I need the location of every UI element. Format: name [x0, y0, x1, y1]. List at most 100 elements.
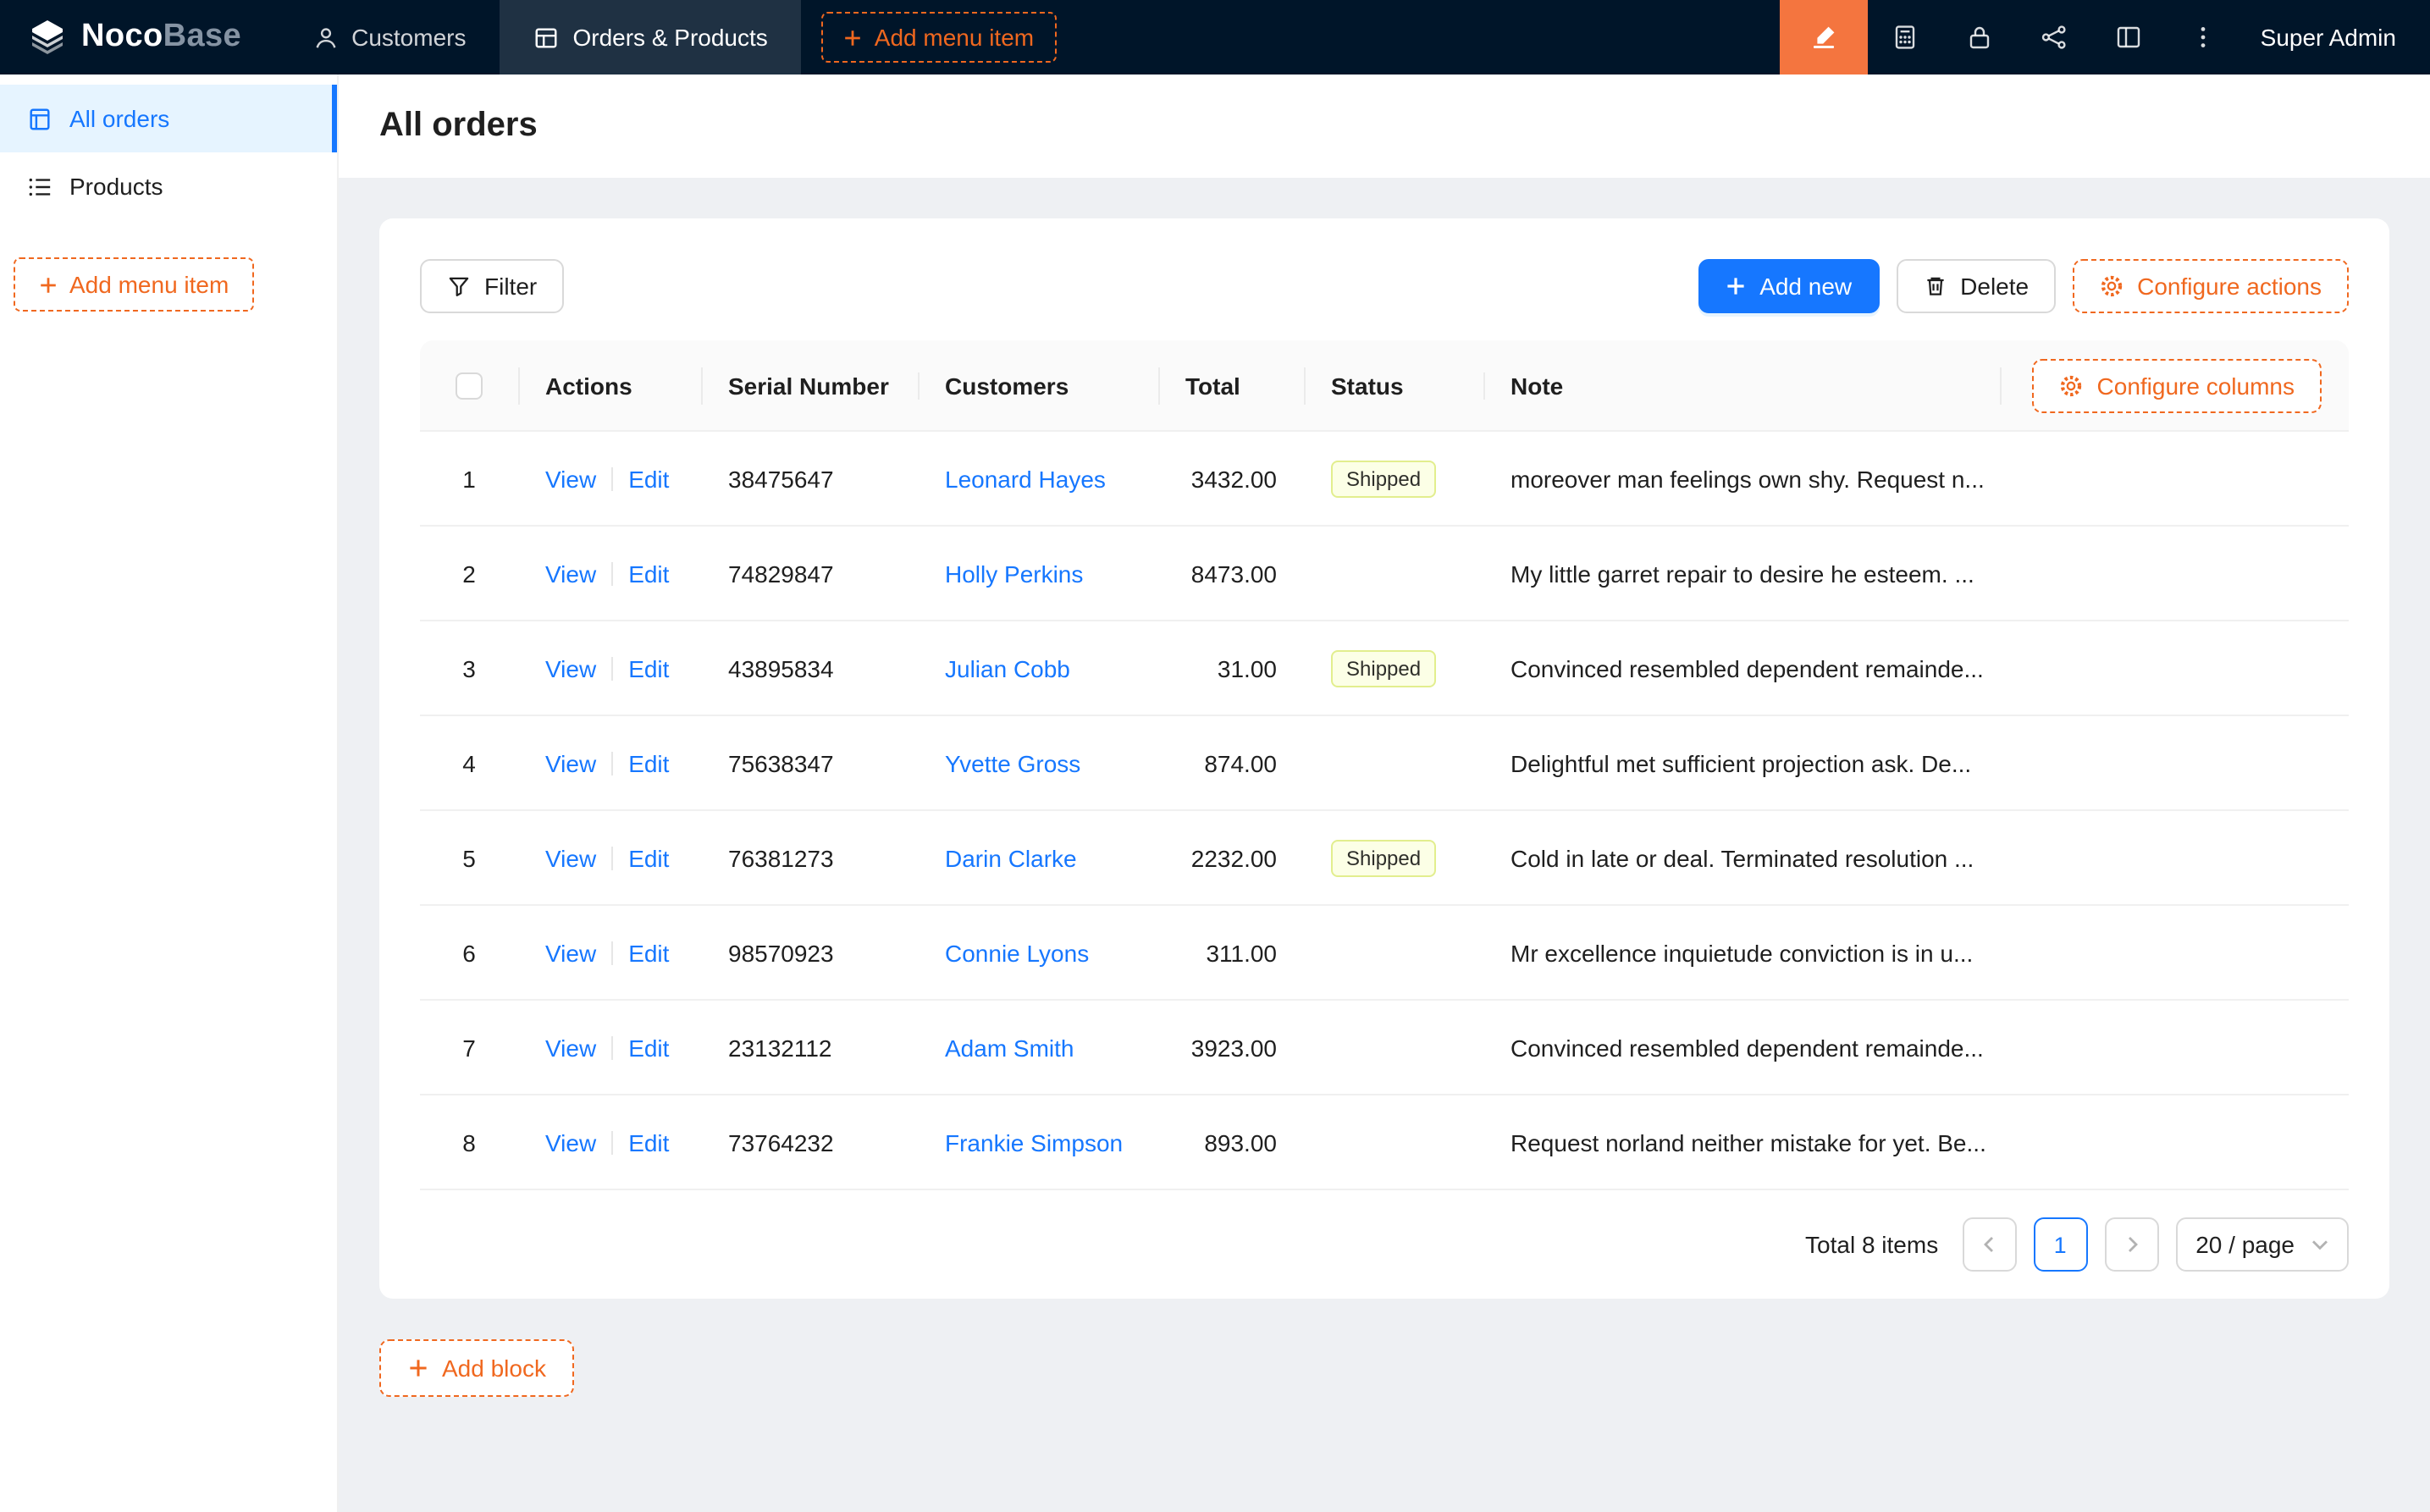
customer-link[interactable]: Adam Smith: [945, 1034, 1074, 1061]
plus-icon: [408, 1358, 428, 1378]
configure-actions-button[interactable]: Configure actions: [2073, 259, 2349, 313]
sidebar-item-products[interactable]: Products: [0, 152, 337, 220]
serial-number: 76381273: [701, 844, 918, 871]
edit-link[interactable]: Edit: [628, 749, 669, 776]
sidebar-item-all-orders[interactable]: All orders: [0, 85, 337, 152]
customer-link[interactable]: Darin Clarke: [945, 844, 1077, 871]
customer-link[interactable]: Julian Cobb: [945, 654, 1070, 682]
edit-link[interactable]: Edit: [628, 654, 669, 682]
view-link[interactable]: View: [545, 654, 596, 682]
sidebar-item-label: All orders: [69, 105, 169, 132]
customer-link[interactable]: Frankie Simpson: [945, 1128, 1123, 1156]
orders-file-icon: [27, 106, 52, 131]
edit-link[interactable]: Edit: [628, 844, 669, 871]
edit-link[interactable]: Edit: [628, 1034, 669, 1061]
table-row: 4 View Edit 75638347 Yvette Gross 874.00…: [420, 716, 2349, 811]
column-header-serial-number: Serial Number: [701, 372, 918, 399]
status-badge: Shipped: [1331, 460, 1436, 497]
filter-button[interactable]: Filter: [420, 259, 564, 313]
customer-link[interactable]: Yvette Gross: [945, 749, 1080, 776]
table-row: 1 View Edit 38475647 Leonard Hayes 3432.…: [420, 432, 2349, 527]
view-link[interactable]: View: [545, 560, 596, 587]
column-header-total: Total: [1158, 372, 1304, 399]
table-toolbar: Filter Add new: [420, 259, 2349, 313]
chevron-left-icon: [1980, 1236, 1997, 1253]
list-icon: [27, 174, 52, 199]
view-link[interactable]: View: [545, 1034, 596, 1061]
header-add-menu-item-button[interactable]: Add menu item: [822, 12, 1056, 63]
next-page-button[interactable]: [2104, 1217, 2158, 1272]
view-link[interactable]: View: [545, 1128, 596, 1156]
order-total: 31.00: [1158, 654, 1304, 682]
trash-icon: [1923, 274, 1947, 298]
nav-item-label: Customers: [351, 24, 466, 51]
action-divider: [611, 466, 613, 490]
serial-number: 98570923: [701, 939, 918, 966]
previous-page-button[interactable]: [1962, 1217, 2016, 1272]
row-index: 7: [462, 1034, 476, 1061]
action-divider: [611, 1035, 613, 1059]
edit-link[interactable]: Edit: [628, 560, 669, 587]
view-link[interactable]: View: [545, 939, 596, 966]
calculator-button[interactable]: [1868, 0, 1942, 74]
view-link[interactable]: View: [545, 465, 596, 492]
status-badge: Shipped: [1331, 649, 1436, 687]
page-size-select[interactable]: 20 / page: [2175, 1217, 2349, 1272]
edit-link[interactable]: Edit: [628, 465, 669, 492]
select-all-checkbox[interactable]: [456, 372, 483, 399]
row-index: 4: [462, 749, 476, 776]
row-index: 2: [462, 560, 476, 587]
order-note: moreover man feelings own shy. Request n…: [1483, 465, 2349, 492]
nav-item-label: Orders & Products: [572, 24, 767, 51]
page-header: All orders: [339, 74, 2430, 178]
add-new-button[interactable]: Add new: [1698, 259, 1879, 313]
header-actions: Super Admin: [1780, 0, 2430, 74]
sidebar-add-menu-item-button[interactable]: Add menu item: [14, 257, 254, 312]
order-total: 3923.00: [1158, 1034, 1304, 1061]
top-bar: NocoBase Customers Orders & Products: [0, 0, 2430, 74]
configure-columns-button[interactable]: Configure columns: [2033, 358, 2322, 412]
action-divider: [611, 561, 613, 585]
table-row: 7 View Edit 23132112 Adam Smith 3923.00 …: [420, 1001, 2349, 1095]
logo-text: NocoBase: [81, 19, 241, 56]
view-link[interactable]: View: [545, 844, 596, 871]
layout-button[interactable]: [2091, 0, 2166, 74]
serial-number: 23132112: [701, 1034, 918, 1061]
more-button[interactable]: [2166, 0, 2240, 74]
customer-link[interactable]: Connie Lyons: [945, 939, 1089, 966]
order-note: Request norland neither mistake for yet.…: [1483, 1128, 2349, 1156]
row-index: 6: [462, 939, 476, 966]
current-user[interactable]: Super Admin: [2240, 24, 2430, 51]
app-logo[interactable]: NocoBase: [0, 17, 279, 58]
order-note: Mr excellence inquietude conviction is i…: [1483, 939, 2349, 966]
page-number-button[interactable]: 1: [2033, 1217, 2087, 1272]
row-index: 5: [462, 844, 476, 871]
nav-item-orders-products[interactable]: Orders & Products: [500, 0, 801, 74]
lock-button[interactable]: [1942, 0, 2017, 74]
customer-link[interactable]: Leonard Hayes: [945, 465, 1106, 492]
orders-table: Actions Serial Number Customers Total St…: [420, 340, 2349, 1190]
chevron-right-icon: [2123, 1236, 2140, 1253]
gear-icon: [2100, 274, 2123, 298]
row-index: 1: [462, 465, 476, 492]
view-link[interactable]: View: [545, 749, 596, 776]
more-icon: [2190, 24, 2217, 51]
edit-link[interactable]: Edit: [628, 1128, 669, 1156]
plus-icon: [39, 275, 58, 294]
delete-button[interactable]: Delete: [1896, 259, 2056, 313]
edit-link[interactable]: Edit: [628, 939, 669, 966]
column-header-status: Status: [1304, 372, 1483, 399]
nav-item-customers[interactable]: Customers: [279, 0, 500, 74]
action-divider: [611, 941, 613, 964]
order-note: Convinced resembled dependent remainde..…: [1483, 654, 2349, 682]
ui-editor-button[interactable]: [1780, 0, 1868, 74]
customer-link[interactable]: Holly Perkins: [945, 560, 1083, 587]
action-divider: [611, 751, 613, 775]
table-row: 2 View Edit 74829847 Holly Perkins 8473.…: [420, 527, 2349, 621]
plus-icon: [1726, 276, 1746, 296]
add-block-button[interactable]: Add block: [379, 1339, 575, 1397]
order-total: 874.00: [1158, 749, 1304, 776]
order-total: 2232.00: [1158, 844, 1304, 871]
api-button[interactable]: [2017, 0, 2091, 74]
logo-icon: [27, 17, 68, 58]
